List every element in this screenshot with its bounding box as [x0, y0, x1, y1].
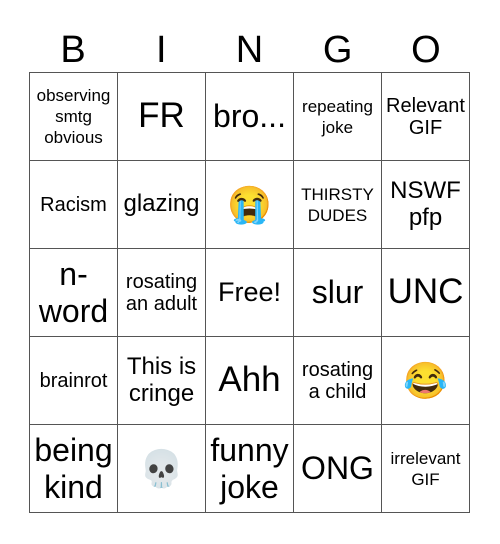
cell-label: irrelevant GIF	[390, 448, 461, 489]
cell-label: funny joke	[210, 431, 289, 505]
bingo-cell[interactable]: slur	[294, 249, 382, 337]
bingo-cell[interactable]: Ahh	[206, 337, 294, 425]
cell-label: slur	[311, 274, 364, 310]
cell-label: Free!	[217, 276, 282, 307]
bingo-cell[interactable]: rosating a child	[294, 337, 382, 425]
cell-label: rosating a child	[301, 358, 374, 403]
bingo-cell[interactable]: FR	[118, 73, 206, 161]
cell-label: ONG	[301, 450, 374, 486]
tears-of-joy-face-icon: 😂	[403, 359, 448, 401]
bingo-cell[interactable]: repeating joke	[294, 73, 382, 161]
bingo-cell[interactable]: 💀	[118, 425, 206, 513]
cell-label: rosating an adult	[125, 270, 198, 315]
bingo-cell[interactable]: glazing	[118, 161, 206, 249]
cell-label: bro...	[213, 98, 286, 134]
header-letter-b: B	[60, 29, 86, 71]
header-letter-g: G	[322, 29, 353, 71]
bingo-cell[interactable]: 😂	[382, 337, 470, 425]
header-letter-i: I	[156, 29, 167, 71]
loudly-crying-face-icon: 😭	[227, 183, 272, 225]
bingo-cell[interactable]: n-word	[30, 249, 118, 337]
bingo-cell[interactable]: ONG	[294, 425, 382, 513]
bingo-cell[interactable]: brainrot	[30, 337, 118, 425]
cell-label: FR	[138, 96, 185, 136]
header-letter-n: N	[235, 29, 264, 71]
cell-label: This is cringe	[126, 353, 197, 407]
skull-icon: 💀	[139, 447, 184, 489]
cell-label: THIRSTY DUDES	[301, 184, 374, 225]
bingo-cell[interactable]: being kind	[30, 425, 118, 513]
bingo-cell[interactable]: irrelevant GIF	[382, 425, 470, 513]
cell-label: NSWF pfp	[390, 177, 461, 231]
bingo-cell[interactable]: NSWF pfp	[382, 161, 470, 249]
bingo-cell[interactable]: This is cringe	[118, 337, 206, 425]
cell-label: observing smtg obvious	[36, 86, 111, 147]
bingo-cell[interactable]: funny joke	[206, 425, 294, 513]
cell-label: UNC	[387, 272, 464, 312]
header-letter-o: O	[411, 29, 441, 71]
bingo-cell[interactable]: rosating an adult	[118, 249, 206, 337]
cell-label: n-word	[38, 255, 109, 329]
cell-label: repeating joke	[302, 96, 373, 137]
bingo-cell[interactable]: bro...	[206, 73, 294, 161]
bingo-board: observing smtg obvious FR bro... repeating …	[29, 72, 470, 513]
cell-label: Racism	[40, 193, 107, 216]
cell-label: Relevant GIF	[386, 94, 465, 139]
bingo-cell[interactable]: THIRSTY DUDES	[294, 161, 382, 249]
bingo-cell[interactable]: observing smtg obvious	[30, 73, 118, 161]
bingo-cell[interactable]: Relevant GIF	[382, 73, 470, 161]
cell-label: being kind	[34, 431, 113, 505]
bingo-header: B I N G O	[29, 28, 470, 72]
bingo-cell[interactable]: Racism	[30, 161, 118, 249]
cell-label: Ahh	[218, 360, 281, 400]
bingo-cell[interactable]: 😭	[206, 161, 294, 249]
bingo-cell[interactable]: Free!	[206, 249, 294, 337]
cell-label: brainrot	[39, 369, 108, 392]
cell-label: glazing	[123, 190, 200, 218]
bingo-cell[interactable]: UNC	[382, 249, 470, 337]
